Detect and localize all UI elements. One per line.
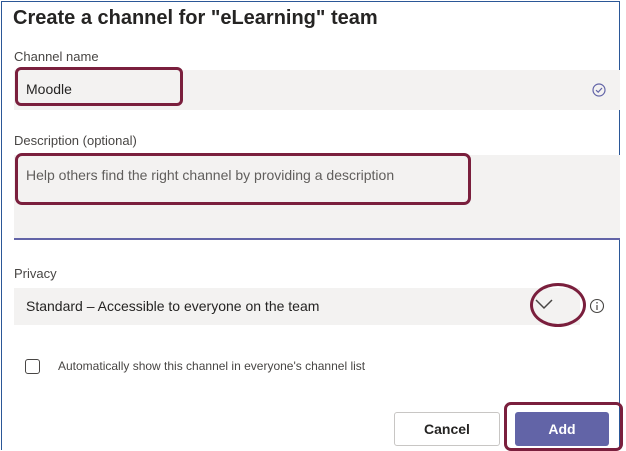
description-placeholder: Help others find the right channel by pr… bbox=[26, 167, 395, 183]
channel-name-input[interactable]: Moodle bbox=[14, 70, 620, 110]
info-icon[interactable] bbox=[589, 298, 605, 314]
cancel-button[interactable]: Cancel bbox=[394, 412, 500, 446]
dialog-title: Create a channel for "eLearning" team bbox=[13, 7, 378, 29]
privacy-label: Privacy bbox=[14, 266, 57, 281]
add-button[interactable]: Add bbox=[515, 412, 609, 446]
description-label: Description (optional) bbox=[14, 133, 137, 148]
channel-name-label: Channel name bbox=[14, 49, 99, 64]
privacy-select[interactable]: Standard – Accessible to everyone on the… bbox=[14, 288, 580, 325]
auto-show-checkbox[interactable] bbox=[25, 359, 40, 374]
description-textarea[interactable]: Help others find the right channel by pr… bbox=[14, 155, 620, 240]
privacy-selected-value: Standard – Accessible to everyone on the… bbox=[26, 298, 320, 314]
check-circle-icon bbox=[592, 83, 606, 97]
auto-show-label: Automatically show this channel in every… bbox=[58, 359, 366, 373]
chevron-down-icon[interactable] bbox=[534, 298, 554, 310]
channel-name-value: Moodle bbox=[26, 81, 72, 97]
